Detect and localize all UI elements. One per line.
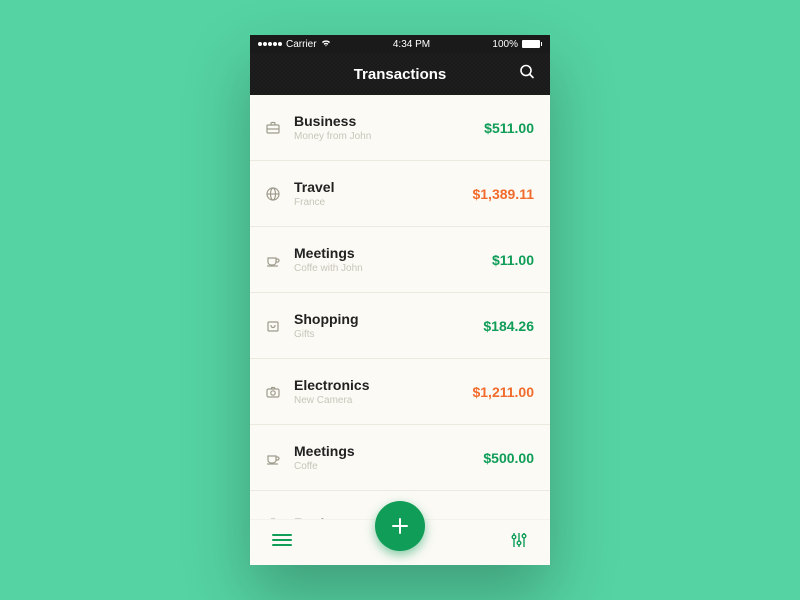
transaction-row[interactable]: Meetings Coffe with John $11.00 (250, 227, 550, 293)
transaction-subtitle: New Camera (294, 395, 460, 406)
status-bar: Carrier 4:34 PM 100% (250, 35, 550, 53)
transaction-amount: $184.26 (483, 318, 534, 334)
search-icon[interactable] (518, 63, 536, 86)
add-button[interactable] (375, 501, 425, 551)
transaction-row[interactable]: Meetings Coffe $500.00 (250, 425, 550, 491)
transaction-subtitle: Gifts (294, 329, 471, 340)
transaction-text: Shopping Gifts (294, 311, 471, 340)
transaction-row[interactable]: Shopping Gifts $184.26 (250, 293, 550, 359)
page-title: Transactions (354, 66, 447, 83)
camera-icon (264, 383, 282, 401)
transaction-title: Business (294, 113, 472, 129)
transaction-title: Meetings (294, 443, 471, 459)
transaction-text: Business Money from John (294, 113, 472, 142)
transaction-subtitle: Money from John (294, 131, 472, 142)
briefcase-icon (264, 119, 282, 137)
cup-icon (264, 251, 282, 269)
transaction-amount: $11.00 (492, 252, 534, 268)
transaction-subtitle: France (294, 197, 460, 208)
filter-icon[interactable] (510, 531, 528, 554)
transaction-row[interactable]: Electronics New Camera $1,211.00 (250, 359, 550, 425)
transaction-text: Electronics New Camera (294, 377, 460, 406)
plus-icon (389, 515, 411, 537)
nav-bar: Transactions (250, 53, 550, 95)
transaction-amount: $1,211.00 (472, 384, 534, 400)
transaction-row[interactable]: Business Money from John $511.00 (250, 95, 550, 161)
status-right: 100% (492, 39, 542, 50)
transaction-title: Electronics (294, 377, 460, 393)
cup-icon (264, 449, 282, 467)
transaction-title: Shopping (294, 311, 471, 327)
transaction-title: Travel (294, 179, 460, 195)
transaction-amount: $500.00 (483, 450, 534, 466)
status-left: Carrier (258, 39, 331, 50)
bag-icon (264, 317, 282, 335)
phone-frame: Carrier 4:34 PM 100% Transactions Busine… (250, 35, 550, 565)
transaction-amount: $511.00 (484, 120, 534, 136)
transaction-amount: $1,389.11 (472, 186, 534, 202)
transaction-text: Meetings Coffe (294, 443, 471, 472)
menu-icon[interactable] (272, 533, 292, 552)
transaction-subtitle: Coffe (294, 461, 471, 472)
transaction-text: Meetings Coffe with John (294, 245, 480, 274)
transaction-title: Meetings (294, 245, 480, 261)
globe-icon (264, 185, 282, 203)
clock-label: 4:34 PM (393, 39, 430, 50)
transaction-subtitle: Coffe with John (294, 263, 480, 274)
transaction-list[interactable]: Business Money from John $511.00 Travel Fran… (250, 95, 550, 519)
wifi-icon (321, 39, 331, 50)
transaction-text: Travel France (294, 179, 460, 208)
signal-dots-icon (258, 42, 282, 46)
battery-percent-label: 100% (492, 39, 518, 50)
battery-icon (522, 40, 542, 48)
transaction-row[interactable]: Travel France $1,389.11 (250, 161, 550, 227)
carrier-label: Carrier (286, 39, 317, 50)
